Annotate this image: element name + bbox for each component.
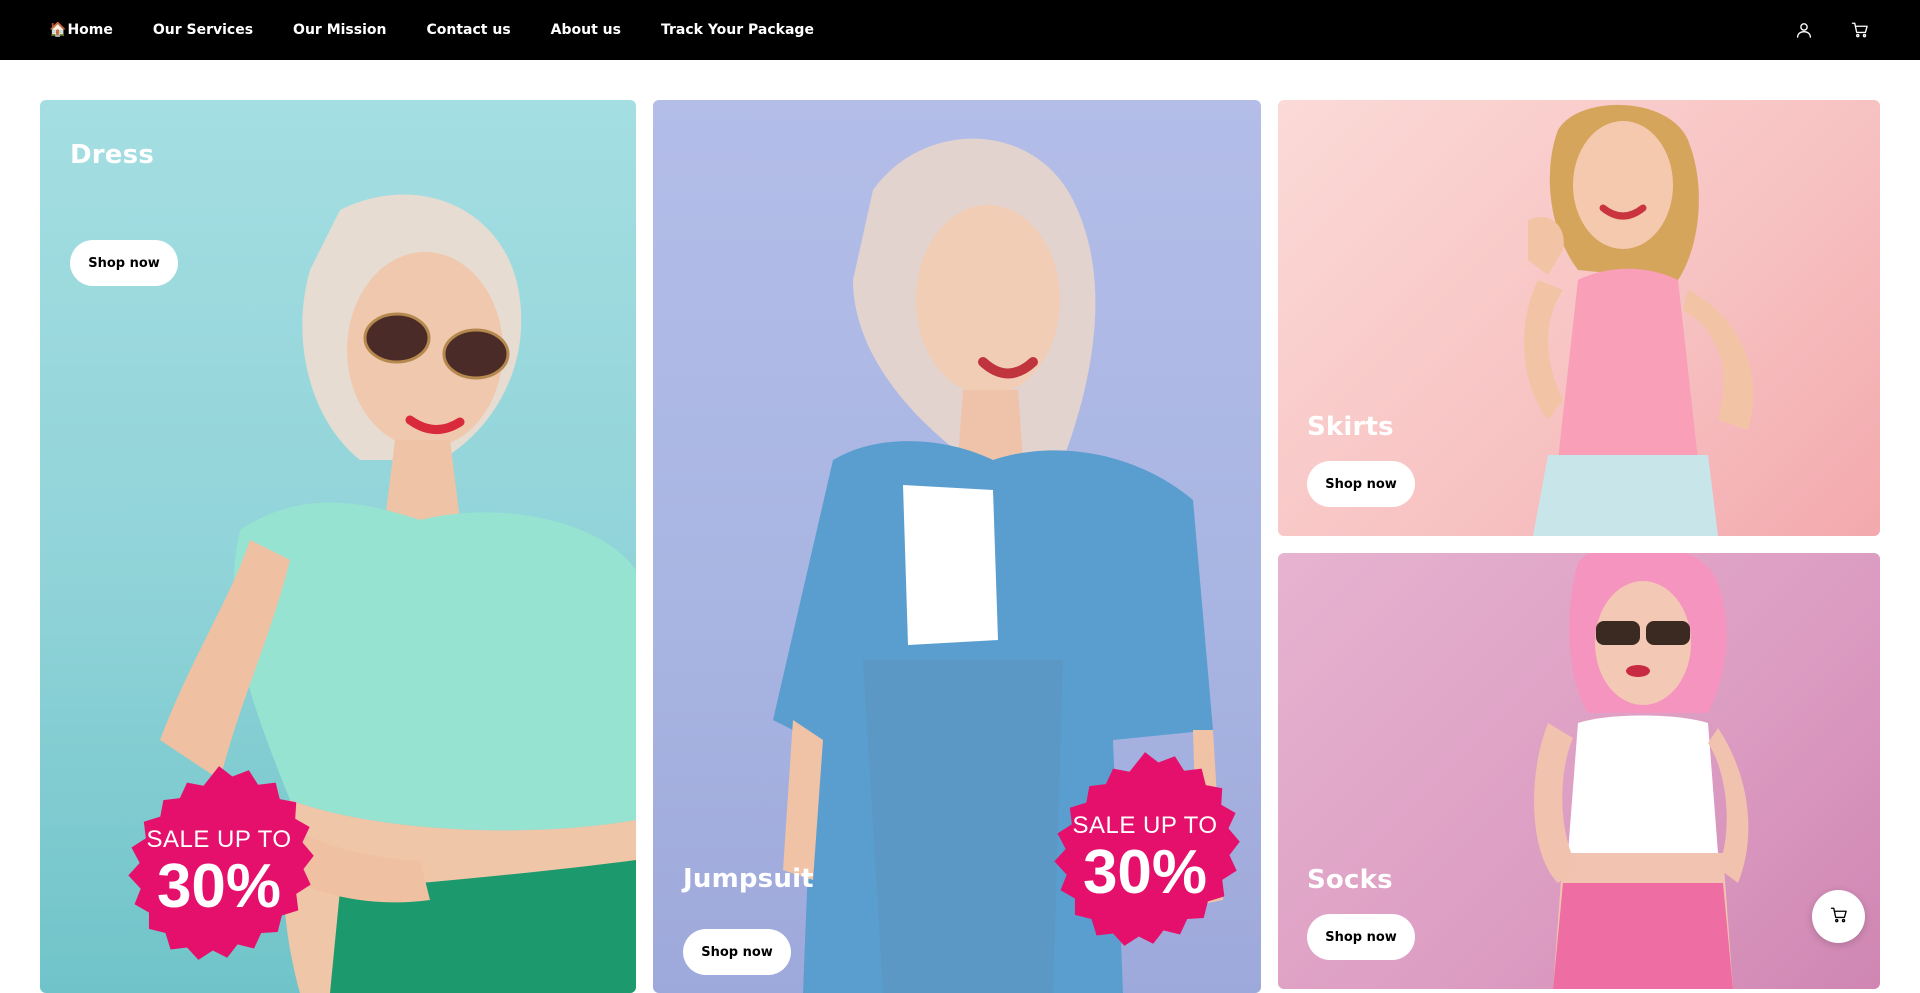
skirts-shop-now-button[interactable]: Shop now — [1307, 461, 1415, 507]
dress-sale-label: SALE UP TO — [146, 826, 292, 853]
nav-home-label: Home — [67, 22, 113, 38]
home-icon: 🏠 — [49, 22, 67, 38]
jumpsuit-shop-now-button[interactable]: Shop now — [683, 929, 791, 975]
socks-shop-now-button[interactable]: Shop now — [1307, 914, 1415, 960]
top-navbar: 🏠 Home Our Services Our Mission Contact u… — [0, 0, 1920, 60]
dress-title: Dress — [70, 140, 154, 170]
cart-icon — [1830, 906, 1848, 928]
jumpsuit-sale-value: 30% — [1082, 838, 1208, 907]
jumpsuit-sale-label: SALE UP TO — [1072, 812, 1218, 839]
nav-contact-us-link[interactable]: Contact us — [426, 22, 510, 38]
nav-home-link[interactable]: 🏠 Home — [49, 22, 113, 38]
dress-sale-value: 30% — [156, 852, 282, 921]
nav-track-package-link[interactable]: Track Your Package — [661, 22, 814, 38]
jumpsuit-card[interactable]: Jumpsuit Shop now SALE UP TO 30% — [653, 100, 1261, 993]
socks-title: Socks — [1307, 865, 1393, 895]
nav-links: 🏠 Home Our Services Our Mission Contact u… — [49, 22, 854, 38]
dress-card[interactable]: Dress Shop now SALE UP TO 30% — [40, 100, 636, 993]
user-icon[interactable] — [1792, 18, 1816, 42]
jumpsuit-sale-badge: SALE UP TO 30% — [1042, 746, 1248, 952]
jumpsuit-title: Jumpsuit — [683, 864, 814, 894]
skirts-title: Skirts — [1307, 412, 1394, 442]
skirts-card[interactable]: Skirts Shop now — [1278, 100, 1880, 536]
floating-cart-button[interactable] — [1812, 890, 1865, 943]
nav-our-services-link[interactable]: Our Services — [153, 22, 253, 38]
dress-sale-badge: SALE UP TO 30% — [116, 760, 322, 966]
cart-icon[interactable] — [1848, 18, 1872, 42]
socks-card[interactable]: Socks Shop now — [1278, 553, 1880, 989]
nav-our-mission-link[interactable]: Our Mission — [293, 22, 386, 38]
dress-shop-now-button[interactable]: Shop now — [70, 240, 178, 286]
nav-about-us-link[interactable]: About us — [551, 22, 621, 38]
